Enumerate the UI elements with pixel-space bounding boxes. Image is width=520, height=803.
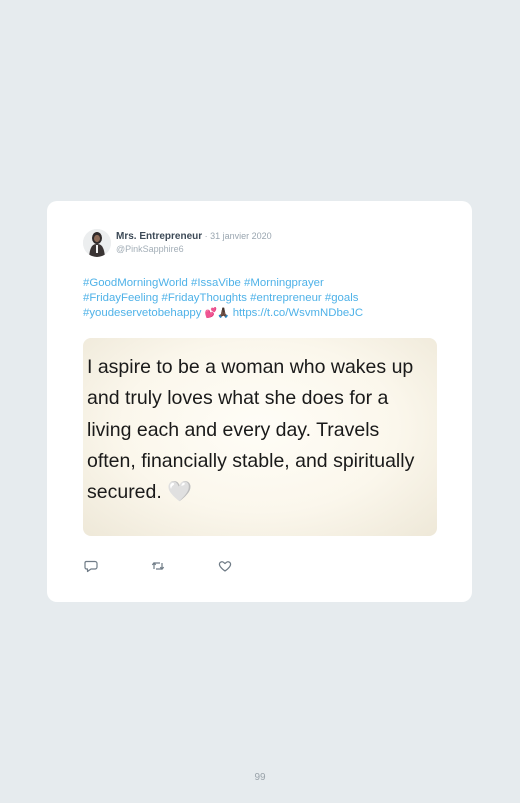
tweet-emojis: 💕🙏🏿 <box>204 308 230 319</box>
image-quote: I aspire to be a woman who wakes up and … <box>87 352 437 508</box>
hashtag-line-3[interactable]: #youdeservetobehappy <box>83 307 201 319</box>
avatar[interactable] <box>83 229 111 257</box>
image-line: secured. <box>87 481 162 504</box>
image-line: and truly loves what she does for a <box>87 387 389 410</box>
tweet-link[interactable]: https://t.co/WsvmNDbeJC <box>233 307 363 319</box>
tweet-image[interactable]: I aspire to be a woman who wakes up and … <box>83 338 437 536</box>
page-number: 99 <box>254 772 266 783</box>
like-icon[interactable] <box>217 558 233 574</box>
hashtag-line-1[interactable]: #GoodMorningWorld #IssaVibe #Morningpray… <box>83 277 324 289</box>
author-handle[interactable]: @PinkSapphire6 <box>116 244 184 254</box>
image-line: living each and every day. Travels <box>87 418 380 441</box>
tweet-card: Mrs. Entrepreneur · 31 janvier 2020 @Pin… <box>47 201 472 602</box>
reply-icon[interactable] <box>83 558 99 574</box>
author-line: Mrs. Entrepreneur · 31 janvier 2020 <box>116 231 272 242</box>
white-heart-icon: 🤍 <box>167 481 193 504</box>
avatar-image <box>83 229 111 257</box>
tweet-date[interactable]: · 31 janvier 2020 <box>202 231 272 241</box>
author-name[interactable]: Mrs. Entrepreneur <box>116 231 202 242</box>
hashtag-line-2[interactable]: #FridayFeeling #FridayThoughts #entrepre… <box>83 292 358 304</box>
retweet-icon[interactable] <box>150 558 166 574</box>
image-line: I aspire to be a woman who wakes up <box>87 356 414 378</box>
tweet-text: #GoodMorningWorld #IssaVibe #Morningpray… <box>83 276 453 321</box>
image-line: often, financially stable, and spiritual… <box>87 449 415 472</box>
